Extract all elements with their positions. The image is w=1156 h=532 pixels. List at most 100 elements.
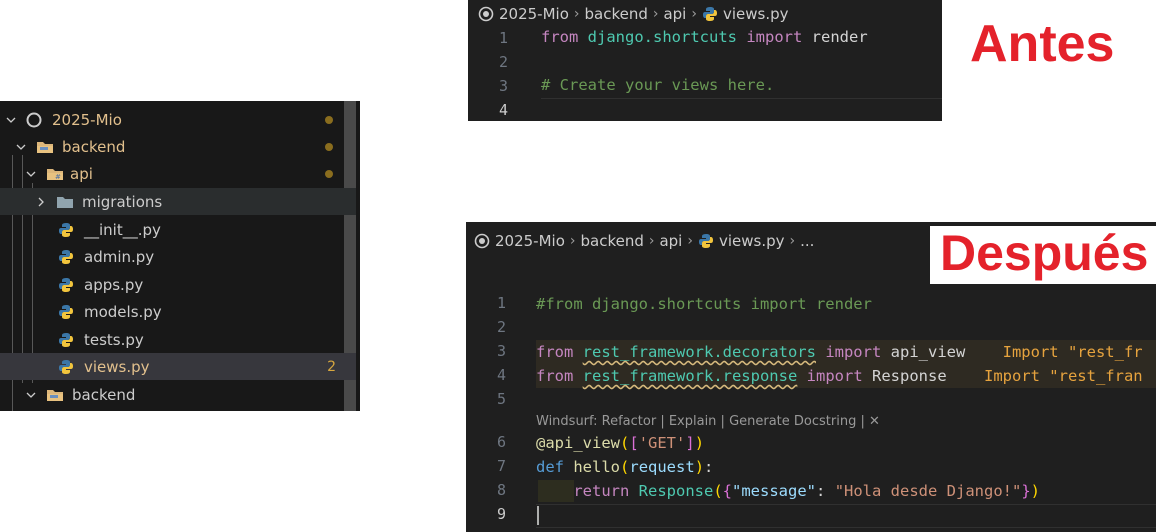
codelens-actions[interactable]: Windsurf: Refactor | Explain | Generate … bbox=[536, 414, 880, 429]
line-number: 1 bbox=[498, 29, 508, 47]
breadcrumb-item[interactable]: api bbox=[659, 232, 682, 250]
tree-item-label: 2025-Mio bbox=[52, 110, 122, 129]
dict-key: "message" bbox=[732, 482, 817, 500]
tree-item-migrations[interactable]: migrations bbox=[0, 188, 356, 215]
bracket: ) bbox=[694, 434, 705, 452]
current-line-highlight bbox=[541, 98, 942, 121]
line-number: 6 bbox=[496, 433, 506, 451]
line-number: 3 bbox=[496, 342, 506, 360]
line-number: 2 bbox=[498, 53, 508, 71]
breadcrumb-item[interactable]: api bbox=[663, 5, 686, 23]
chevron-right-icon: › bbox=[652, 6, 659, 22]
tree-item-apps-py[interactable]: apps.py bbox=[0, 271, 356, 298]
chevron-down-icon bbox=[24, 168, 38, 180]
tree-item-views-py[interactable]: views.py 2 bbox=[0, 353, 356, 380]
breadcrumb-item[interactable]: ... bbox=[800, 232, 814, 250]
keyword: import bbox=[825, 343, 882, 361]
breadcrumb-item[interactable]: views.py bbox=[723, 5, 789, 23]
line-number: 9 bbox=[496, 505, 506, 523]
module-name: django.shortcuts bbox=[587, 28, 737, 46]
breadcrumb-item[interactable]: backend bbox=[584, 5, 647, 23]
tree-item-api[interactable]: # api bbox=[0, 160, 356, 187]
punctuation: : bbox=[704, 458, 714, 476]
inline-diagnostic: Import "rest_fr bbox=[1002, 343, 1143, 361]
code-line[interactable]: from rest_framework.decorators import ap… bbox=[536, 340, 1143, 364]
keyword: def bbox=[536, 458, 564, 476]
python-icon bbox=[698, 233, 714, 249]
module-name: rest_framework.response bbox=[582, 367, 798, 385]
chevron-right-icon: › bbox=[789, 233, 796, 249]
tree-item-label: tests.py bbox=[84, 330, 144, 349]
code-comment[interactable]: #from django.shortcuts import render bbox=[536, 292, 872, 316]
punctuation: : bbox=[816, 482, 835, 500]
keyword: from bbox=[536, 367, 574, 385]
breadcrumb: 2025-Mio › backend › api › views.py bbox=[478, 3, 789, 25]
code-line[interactable]: def hello(request): bbox=[536, 455, 713, 479]
code-line[interactable]: return Response({"message": "Hola desde … bbox=[536, 479, 1040, 503]
bracket: ] bbox=[685, 434, 695, 452]
tree-item-workspace[interactable]: 2025-Mio bbox=[0, 106, 356, 133]
chevron-down-icon bbox=[14, 141, 28, 153]
tree-item-label: apps.py bbox=[84, 275, 144, 294]
inline-diagnostic: Import "rest_fran bbox=[983, 367, 1143, 385]
breadcrumb-item[interactable]: backend bbox=[580, 232, 643, 250]
bracket: ( bbox=[620, 458, 630, 476]
tree-item-init-py[interactable]: __init__.py bbox=[0, 216, 356, 243]
bracket: ) bbox=[1030, 482, 1041, 500]
modified-dot bbox=[325, 143, 333, 151]
decorator: @api_view bbox=[536, 434, 620, 452]
tree-item-label: api bbox=[70, 164, 93, 183]
code-line[interactable]: from rest_framework.response import Resp… bbox=[536, 364, 1143, 388]
folder-open-icon bbox=[36, 140, 54, 154]
tree-item-label: __init__.py bbox=[84, 220, 161, 239]
chevron-down-icon bbox=[4, 114, 18, 126]
line-number: 4 bbox=[498, 101, 508, 119]
python-icon bbox=[702, 6, 718, 22]
chevron-right-icon bbox=[34, 196, 48, 208]
bracket: ( bbox=[713, 482, 723, 500]
line-number: 3 bbox=[498, 77, 508, 95]
breadcrumb-item[interactable]: 2025-Mio bbox=[499, 5, 569, 23]
module-name: rest_framework.decorators bbox=[582, 343, 816, 361]
python-icon bbox=[58, 359, 74, 375]
keyword: import bbox=[806, 367, 863, 385]
python-icon bbox=[58, 222, 74, 238]
tree-item-label: migrations bbox=[82, 192, 163, 211]
svg-text:#: # bbox=[55, 173, 61, 181]
tree-item-models-py[interactable]: models.py bbox=[0, 298, 356, 325]
tree-item-admin-py[interactable]: admin.py bbox=[0, 243, 356, 270]
code-line[interactable]: from django.shortcuts import render bbox=[541, 25, 868, 49]
tree-item-backend-inner[interactable]: backend bbox=[0, 381, 356, 408]
line-number: 7 bbox=[496, 457, 506, 475]
code-comment[interactable]: # Create your views here. bbox=[541, 73, 774, 97]
tree-item-label: admin.py bbox=[84, 247, 155, 266]
folder-open-icon: # bbox=[46, 167, 64, 181]
python-icon bbox=[58, 332, 74, 348]
identifier: api_view bbox=[890, 343, 966, 361]
bracket: } bbox=[1021, 482, 1031, 500]
keyword: import bbox=[746, 28, 803, 46]
python-icon bbox=[58, 304, 74, 320]
chevron-right-icon: › bbox=[687, 233, 693, 249]
tree-item-backend[interactable]: backend bbox=[0, 133, 356, 160]
modified-dot bbox=[325, 116, 333, 124]
line-number: 8 bbox=[496, 481, 506, 499]
tree-item-tests-py[interactable]: tests.py bbox=[0, 326, 356, 353]
after-label: Después bbox=[930, 226, 1156, 284]
class-name: Response bbox=[638, 482, 714, 500]
breadcrumb-item[interactable]: 2025-Mio bbox=[495, 232, 565, 250]
text-cursor bbox=[537, 506, 539, 525]
identifier: Response bbox=[872, 367, 947, 385]
tree-item-label: backend bbox=[72, 385, 136, 404]
bracket: { bbox=[722, 482, 733, 500]
chevron-right-icon: › bbox=[648, 233, 655, 249]
keyword: from bbox=[541, 28, 579, 46]
line-number: 1 bbox=[496, 294, 506, 312]
bracket: ) bbox=[694, 458, 705, 476]
code-line[interactable]: @api_view(['GET']) bbox=[536, 431, 704, 455]
chevron-right-icon: › bbox=[691, 6, 697, 22]
breadcrumb-item[interactable]: views.py bbox=[719, 232, 785, 250]
problem-count-badge: 2 bbox=[327, 358, 336, 375]
chevron-right-icon: › bbox=[573, 6, 580, 22]
keyword: from bbox=[536, 343, 574, 361]
